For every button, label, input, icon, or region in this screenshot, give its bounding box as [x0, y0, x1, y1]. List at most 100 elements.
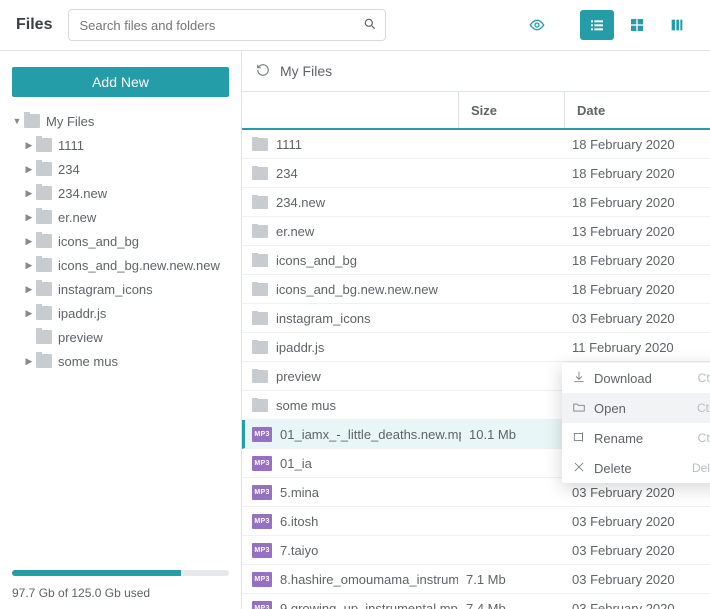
- chevron-right-icon[interactable]: ▶: [24, 212, 34, 223]
- ctx-shortcut: Del / ←: [692, 461, 710, 475]
- folder-icon: [36, 210, 52, 224]
- file-row[interactable]: icons_and_bg.new.new.new18 February 2020: [242, 275, 710, 304]
- tree-item-label: preview: [58, 330, 103, 345]
- tree-item-label: icons_and_bg.new.new.new: [58, 258, 220, 273]
- search-box[interactable]: [68, 9, 386, 41]
- refresh-button[interactable]: [256, 63, 270, 80]
- tree-item[interactable]: ▶ 1111: [12, 133, 229, 157]
- view-grid-button[interactable]: [620, 10, 654, 40]
- file-name: 9.growing_up_instrumental.mp3: [280, 601, 458, 609]
- breadcrumb[interactable]: My Files: [280, 63, 332, 79]
- tree-item[interactable]: ▶ preview: [12, 325, 229, 349]
- file-name: 7.taiyo: [280, 543, 318, 558]
- tree-item[interactable]: ▶er.new: [12, 205, 229, 229]
- file-name: 5.mina: [280, 485, 319, 500]
- file-name: ipaddr.js: [276, 340, 324, 355]
- file-name: some mus: [276, 398, 336, 413]
- tree-item[interactable]: ▶ icons_and_bg: [12, 229, 229, 253]
- folder-icon: [252, 399, 268, 412]
- ctx-shortcut: Ctrl+O: [697, 401, 710, 415]
- col-name-header[interactable]: [242, 92, 458, 128]
- tree-item[interactable]: ▶234: [12, 157, 229, 181]
- grid-header: Size Date: [242, 91, 710, 130]
- chevron-right-icon[interactable]: ▶: [24, 188, 34, 199]
- tree-item-label: 1111: [58, 138, 84, 153]
- preview-toggle-button[interactable]: [520, 10, 554, 40]
- col-date-header[interactable]: Date: [564, 92, 710, 128]
- search-input[interactable]: [77, 17, 363, 34]
- chevron-right-icon[interactable]: ▶: [24, 284, 34, 295]
- file-date: 03 February 2020: [564, 601, 710, 609]
- folder-icon: [252, 312, 268, 325]
- file-name: 01_ia: [280, 456, 312, 471]
- file-row[interactable]: icons_and_bg 18 February 2020: [242, 246, 710, 275]
- ctx-delete[interactable]: DeleteDel / ←: [562, 453, 710, 483]
- storage-fill: [12, 570, 181, 576]
- view-details-button[interactable]: [660, 10, 694, 40]
- chevron-right-icon[interactable]: ▶: [24, 260, 34, 271]
- file-size: 7.4 Mb: [458, 601, 564, 609]
- folder-icon: [36, 258, 52, 272]
- tree-item[interactable]: ▶ ipaddr.js: [12, 301, 229, 325]
- folder-icon: [252, 196, 268, 209]
- file-name: icons_and_bg: [276, 253, 357, 268]
- file-name: 01_iamx_-_little_deaths.new.mp3: [280, 427, 461, 442]
- tree-root-label: My Files: [46, 114, 94, 129]
- chevron-right-icon[interactable]: ▶: [24, 164, 34, 175]
- file-size: 7.1 Mb: [458, 572, 564, 587]
- ctx-open[interactable]: Open Ctrl+O: [562, 393, 710, 423]
- chevron-down-icon[interactable]: ▼: [12, 116, 22, 126]
- chevron-right-icon[interactable]: ▶: [24, 140, 34, 151]
- mp3-file-icon: MP3: [252, 543, 272, 558]
- file-name: 6.itosh: [280, 514, 318, 529]
- folder-icon: [36, 234, 52, 248]
- tree-root[interactable]: ▼ My Files: [12, 109, 229, 133]
- ctx-download[interactable]: DownloadCtrl+D: [562, 363, 710, 393]
- file-name: instagram_icons: [276, 311, 371, 326]
- file-row[interactable]: instagram_icons 03 February 2020: [242, 304, 710, 333]
- file-date: 03 February 2020: [564, 572, 710, 587]
- ctx-label: Rename: [594, 431, 643, 446]
- ctx-label: Open: [594, 401, 626, 416]
- chevron-right-icon[interactable]: ▶: [24, 308, 34, 319]
- file-date: 03 February 2020: [564, 311, 710, 326]
- file-row[interactable]: 234.new 18 February 2020: [242, 188, 710, 217]
- tree-item-label: icons_and_bg: [58, 234, 139, 249]
- folder-icon: [36, 186, 52, 200]
- file-row[interactable]: 111118 February 2020: [242, 130, 710, 159]
- tree-item[interactable]: ▶ icons_and_bg.new.new.new: [12, 253, 229, 277]
- folder-icon: [36, 354, 52, 368]
- file-row[interactable]: MP36.itosh03 February 2020: [242, 507, 710, 536]
- ctx-rename[interactable]: RenameCtrl+R: [562, 423, 710, 453]
- file-row[interactable]: MP37.taiyo03 February 2020: [242, 536, 710, 565]
- add-new-button[interactable]: Add New: [12, 67, 229, 97]
- folder-icon: [36, 138, 52, 152]
- view-list-button[interactable]: [580, 10, 614, 40]
- mp3-file-icon: MP3: [252, 485, 272, 500]
- chevron-right-icon: ▶: [24, 332, 34, 343]
- file-row[interactable]: MP38.hashire_omoumama_instrumental.mp37.…: [242, 565, 710, 594]
- file-name: 234.new: [276, 195, 325, 210]
- file-row[interactable]: er.new13 February 2020: [242, 217, 710, 246]
- file-name: 8.hashire_omoumama_instrumental.mp3: [280, 572, 458, 587]
- app-title: Files: [16, 16, 52, 34]
- file-date: 18 February 2020: [564, 253, 710, 268]
- chevron-right-icon[interactable]: ▶: [24, 236, 34, 247]
- tree-item-label: ipaddr.js: [58, 306, 106, 321]
- folder-icon: [252, 370, 268, 383]
- folder-icon: [252, 225, 268, 238]
- storage-bar: [12, 570, 229, 576]
- folder-icon: [36, 306, 52, 320]
- file-date: 18 February 2020: [564, 195, 710, 210]
- tree-item[interactable]: ▶instagram_icons: [12, 277, 229, 301]
- chevron-right-icon[interactable]: ▶: [24, 356, 34, 367]
- file-row[interactable]: 23418 February 2020: [242, 159, 710, 188]
- file-row[interactable]: ipaddr.js11 February 2020: [242, 333, 710, 362]
- tree-item[interactable]: ▶234.new: [12, 181, 229, 205]
- mp3-file-icon: MP3: [252, 427, 272, 442]
- storage-text: 97.7 Gb of 125.0 Gb used: [12, 586, 229, 600]
- col-size-header[interactable]: Size: [458, 92, 564, 128]
- folder-icon: [252, 167, 268, 180]
- file-row[interactable]: MP39.growing_up_instrumental.mp37.4 Mb03…: [242, 594, 710, 609]
- tree-item[interactable]: ▶some mus: [12, 349, 229, 373]
